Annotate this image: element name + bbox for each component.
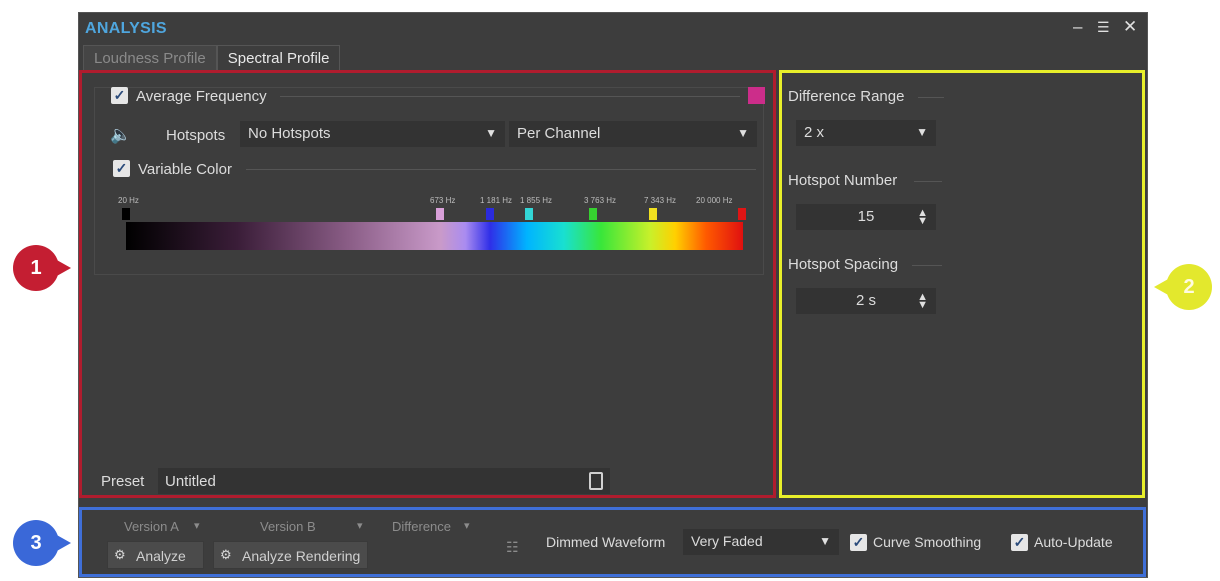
- frequency-marker[interactable]: [649, 208, 657, 220]
- window-title: ANALYSIS: [85, 20, 167, 37]
- hotspot-spacing-value: 2 s: [855, 292, 876, 309]
- difference-selector[interactable]: Difference: [392, 519, 451, 534]
- hotspots-label: Hotspots: [166, 127, 226, 144]
- frequency-tick-label: 20 Hz: [118, 196, 139, 205]
- callout-3: 3: [13, 520, 71, 566]
- analyze-label: Analyze: [136, 548, 186, 564]
- chevron-down-icon: ▼: [916, 125, 928, 139]
- channel-value: Per Channel: [517, 125, 601, 142]
- analyze-rendering-label: Analyze Rendering: [242, 548, 361, 564]
- separator: [246, 169, 756, 170]
- frequency-marker[interactable]: [436, 208, 444, 220]
- preset-document-icon[interactable]: [589, 472, 603, 490]
- separator: [912, 265, 942, 266]
- version-b-selector[interactable]: Version B: [260, 519, 316, 534]
- dimmed-waveform-value: Very Faded: [691, 533, 763, 549]
- chevron-down-icon: ▼: [737, 126, 749, 140]
- frequency-marker[interactable]: [525, 208, 533, 220]
- title-bar: ANALYSIS – ☰ ✕: [79, 13, 1147, 43]
- frequency-tick-label: 1 855 Hz: [520, 196, 553, 205]
- analyze-button[interactable]: ⚙ Analyze: [107, 541, 204, 569]
- auto-update-label: Auto-Update: [1034, 534, 1113, 550]
- stepper-arrows-icon[interactable]: ▲ ▼: [917, 292, 928, 311]
- version-a-selector[interactable]: Version A: [124, 519, 179, 534]
- frequency-marker[interactable]: [589, 208, 597, 220]
- separator: [914, 181, 942, 182]
- chevron-down-icon: ▾: [464, 520, 470, 532]
- auto-update-checkbox[interactable]: ✓: [1011, 534, 1028, 551]
- hotspots-value: No Hotspots: [248, 125, 331, 142]
- close-icon[interactable]: ✕: [1123, 17, 1137, 37]
- chevron-down-icon: ▾: [194, 520, 200, 532]
- menu-list-icon[interactable]: ☰: [1097, 19, 1110, 36]
- hotspots-dropdown[interactable]: No Hotspots ▼: [240, 121, 505, 147]
- difference-range-value: 2 x: [804, 124, 825, 141]
- frequency-marker[interactable]: [738, 208, 746, 220]
- gear-icon: ⚙: [114, 547, 126, 562]
- callout-1: 1: [13, 245, 71, 291]
- callout-2: 2: [1154, 264, 1212, 310]
- variable-color-label: Variable Color: [138, 161, 232, 178]
- hotspot-number-stepper[interactable]: 15 ▲ ▼: [796, 204, 936, 230]
- chevron-down-icon: ▼: [819, 534, 831, 548]
- chevron-down-icon: ▾: [357, 520, 363, 532]
- chevron-down-icon: ▼: [485, 126, 497, 140]
- tab-spectral-profile[interactable]: Spectral Profile: [216, 45, 341, 71]
- tab-loudness-profile[interactable]: Loudness Profile: [83, 45, 217, 71]
- frequency-tick-label: 1 181 Hz: [480, 196, 513, 205]
- tab-bar: Loudness Profile Spectral Profile: [83, 45, 341, 71]
- stepper-arrows-icon[interactable]: ▲ ▼: [917, 208, 928, 227]
- hotspot-spacing-label: Hotspot Spacing: [788, 256, 899, 273]
- frequency-marker[interactable]: [486, 208, 494, 220]
- frequency-color-gradient: [126, 222, 743, 250]
- variable-color-checkbox[interactable]: ✓: [113, 160, 130, 177]
- separator: [918, 97, 944, 98]
- dimmed-waveform-label: Dimmed Waveform: [546, 534, 666, 550]
- analyze-rendering-button[interactable]: ⚙ Analyze Rendering: [213, 541, 368, 569]
- speaker-icon[interactable]: 🔈: [110, 125, 131, 145]
- average-frequency-checkbox[interactable]: ✓: [111, 87, 128, 104]
- frequency-marker[interactable]: [122, 208, 130, 220]
- channel-dropdown[interactable]: Per Channel ▼: [509, 121, 757, 147]
- dimmed-waveform-dropdown[interactable]: Very Faded ▼: [683, 529, 839, 555]
- difference-range-label: Difference Range: [788, 88, 905, 105]
- curve-smoothing-checkbox[interactable]: ✓: [850, 534, 867, 551]
- gear-icon: ⚙: [220, 547, 232, 562]
- minimize-icon[interactable]: –: [1073, 17, 1082, 37]
- preset-value: Untitled: [165, 473, 216, 490]
- preset-field[interactable]: Untitled: [158, 468, 610, 494]
- separator: [280, 96, 740, 97]
- average-frequency-label: Average Frequency: [136, 88, 267, 105]
- difference-range-dropdown[interactable]: 2 x ▼: [796, 120, 936, 146]
- hotspot-number-label: Hotspot Number: [788, 172, 898, 189]
- frequency-tick-label: 20 000 Hz: [696, 196, 733, 205]
- frequency-tick-label: 673 Hz: [430, 196, 456, 205]
- hotspot-spacing-stepper[interactable]: 2 s ▲ ▼: [796, 288, 936, 314]
- average-frequency-color-swatch[interactable]: [748, 87, 765, 104]
- frequency-tick-label: 3 763 Hz: [584, 196, 617, 205]
- hotspot-number-value: 15: [857, 208, 875, 225]
- curve-smoothing-label: Curve Smoothing: [873, 534, 982, 550]
- link-icon[interactable]: ☷: [506, 539, 519, 556]
- frequency-tick-label: 7 343 Hz: [644, 196, 677, 205]
- preset-label: Preset: [101, 473, 145, 490]
